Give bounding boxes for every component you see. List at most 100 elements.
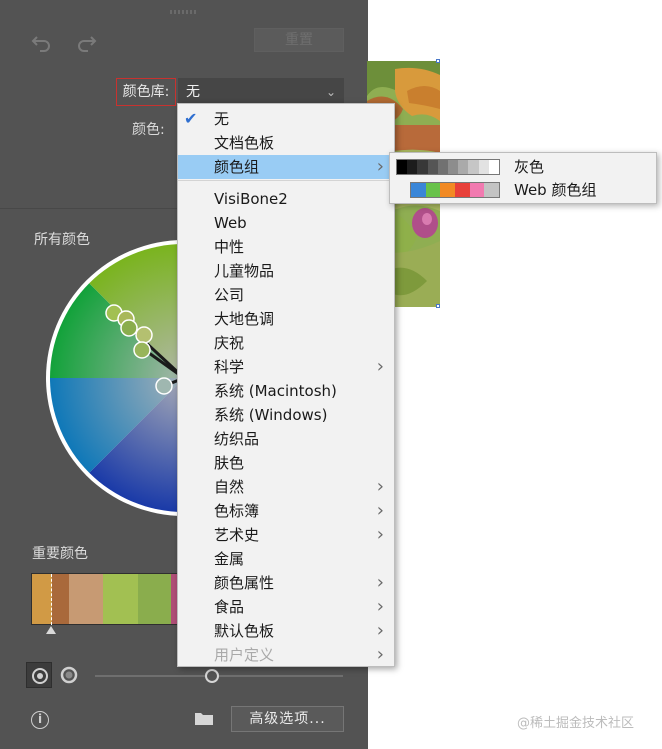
menu-item-label: 食品 [214, 598, 245, 616]
submenu-item[interactable]: Web 颜色组 [390, 178, 656, 202]
menu-item-label: VisiBone2 [214, 190, 288, 208]
menu-item[interactable]: 系统 (Windows) [178, 403, 394, 427]
color-chip [468, 160, 479, 174]
menu-item[interactable]: 科学 › [178, 355, 394, 379]
chevron-right-icon: › [376, 620, 384, 641]
menu-item-label: 大地色调 [214, 310, 275, 328]
color-chip [397, 160, 408, 174]
checkmark-icon: ✔ [184, 109, 198, 128]
menu-item[interactable]: 系统 (Macintosh) [178, 379, 394, 403]
menu-item-label: 系统 (Windows) [214, 406, 328, 424]
chevron-right-icon: › [376, 596, 384, 617]
redo-icon[interactable] [76, 31, 98, 53]
menu-item[interactable]: 纺织品 [178, 427, 394, 451]
color-chip [488, 160, 500, 174]
key-colors-strip[interactable] [31, 573, 181, 625]
color-group-preview [410, 182, 500, 198]
color-wheel-handle [155, 377, 173, 395]
color-chip [425, 183, 441, 197]
advanced-options-button[interactable]: 高级选项... [231, 706, 344, 732]
menu-item-label: 用户定义 [214, 646, 275, 664]
color-library-menu: ✔ 无文档色板 颜色组 › VisiBone2 Web 中性 儿童物品 公司 大地色调 庆祝 科学 › 系… [177, 103, 395, 667]
chevron-right-icon: › [376, 644, 384, 665]
brightness-slider-track[interactable] [95, 675, 343, 677]
menu-item[interactable]: 颜色属性 › [178, 571, 394, 595]
color-chip [448, 160, 459, 174]
menu-item-label: 色标簿 [214, 502, 260, 520]
menu-item[interactable]: 默认色板 › [178, 619, 394, 643]
chevron-right-icon: › [376, 572, 384, 593]
color-chip [484, 183, 500, 197]
color-chip [417, 160, 428, 174]
menu-item[interactable]: 艺术史 › [178, 523, 394, 547]
wheel-mode-segmented-button[interactable] [56, 662, 82, 688]
color-chip [458, 160, 469, 174]
menu-item[interactable]: 庆祝 [178, 331, 394, 355]
menu-item-label: 科学 [214, 358, 245, 376]
reset-button[interactable]: 重置 [254, 28, 344, 52]
chevron-right-icon: › [376, 156, 384, 177]
undo-icon[interactable] [30, 31, 52, 53]
chevron-right-icon: › [376, 500, 384, 521]
brightness-slider-thumb[interactable] [204, 669, 219, 683]
menu-item[interactable]: 文档色板 [178, 131, 394, 155]
key-color-swatch[interactable] [52, 574, 69, 624]
panel-grip[interactable] [170, 10, 196, 14]
menu-item[interactable]: 大地色调 [178, 307, 394, 331]
key-color-swatch[interactable] [103, 574, 138, 624]
key-color-swatch[interactable] [68, 574, 104, 624]
menu-item[interactable]: 儿童物品 [178, 259, 394, 283]
menu-item-label: 公司 [214, 286, 245, 304]
menu-item[interactable]: 自然 › [178, 475, 394, 499]
menu-item: 用户定义 › [178, 643, 394, 667]
submenu-item-label: Web 颜色组 [514, 181, 597, 199]
menu-item-label: 系统 (Macintosh) [214, 382, 337, 400]
color-chip [411, 183, 426, 197]
color-chip [478, 160, 489, 174]
artwork-selection-handle[interactable] [436, 59, 440, 63]
wheel-mode-smooth-button[interactable] [26, 662, 52, 688]
color-chip [427, 160, 438, 174]
info-icon[interactable]: i [31, 711, 49, 729]
key-color-swatch[interactable] [137, 574, 171, 624]
color-chip [407, 160, 418, 174]
menu-item-label: 儿童物品 [214, 262, 275, 280]
menu-item[interactable]: 食品 › [178, 595, 394, 619]
color-chip [437, 160, 449, 174]
menu-item-label: 金属 [214, 550, 245, 568]
menu-item[interactable]: ✔ 无 [178, 107, 394, 131]
menu-separator [178, 180, 394, 181]
menu-item[interactable]: 中性 [178, 235, 394, 259]
menu-item-label: 艺术史 [214, 526, 260, 544]
menu-item[interactable]: VisiBone2 [178, 187, 394, 211]
colors-label: 颜色: [132, 122, 165, 138]
strip-marker-line [51, 574, 52, 625]
menu-item-label: 默认色板 [214, 622, 275, 640]
watermark: @稀土掘金技术社区 [517, 716, 635, 731]
menu-item[interactable]: 颜色组 › [178, 155, 394, 179]
folder-icon[interactable] [194, 711, 214, 726]
menu-item[interactable]: 色标簿 › [178, 499, 394, 523]
menu-item-label: 自然 [214, 478, 245, 496]
color-chip [440, 183, 456, 197]
color-wheel-handle [120, 319, 138, 337]
menu-item[interactable]: 公司 [178, 283, 394, 307]
strip-marker-triangle[interactable] [46, 626, 56, 634]
color-library-dropdown[interactable]: 无 ⌄ [178, 78, 344, 106]
artwork-selection-handle[interactable] [436, 304, 440, 308]
menu-item[interactable]: 肤色 [178, 451, 394, 475]
submenu-item[interactable]: 灰色 [390, 155, 656, 179]
menu-item-label: 文档色板 [214, 134, 275, 152]
menu-item[interactable]: 金属 [178, 547, 394, 571]
color-chip [455, 183, 470, 197]
key-color-swatch[interactable] [32, 574, 53, 624]
color-group-submenu: 灰色 Web 颜色组 [389, 152, 657, 204]
menu-item-label: Web [214, 214, 247, 232]
color-wheel-handle [135, 326, 153, 344]
submenu-item-label: 灰色 [514, 158, 545, 176]
menu-item-label: 无 [214, 110, 230, 128]
chevron-down-icon: ⌄ [325, 85, 336, 99]
color-chip [469, 183, 485, 197]
menu-item[interactable]: Web [178, 211, 394, 235]
menu-item-label: 中性 [214, 238, 245, 256]
